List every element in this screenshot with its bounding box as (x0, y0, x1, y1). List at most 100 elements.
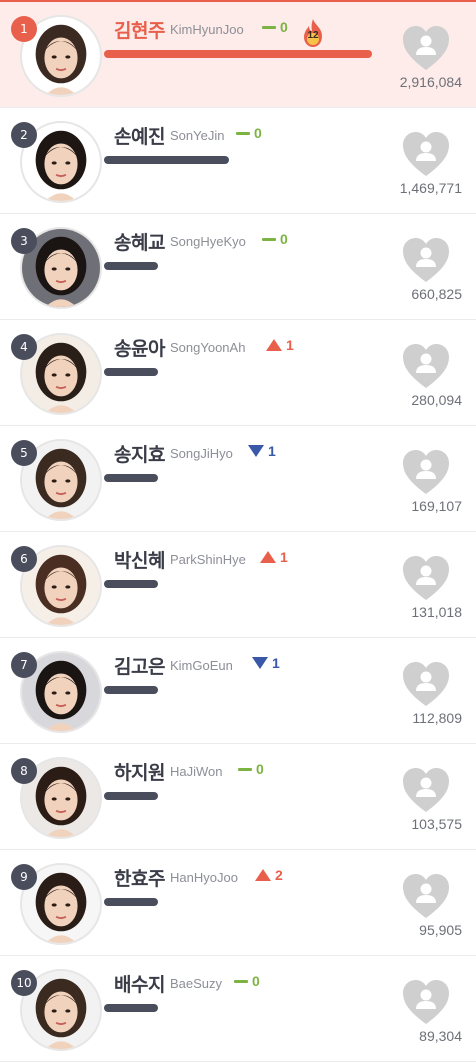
vote-heart-button[interactable] (401, 872, 451, 920)
no-change-icon (262, 237, 276, 241)
rank-up-icon (255, 869, 271, 881)
name-english: KimGoEun (170, 658, 233, 673)
no-change-icon (238, 767, 252, 771)
name-english: SongHyeKyo (170, 234, 246, 249)
vote-heart-button[interactable] (401, 978, 451, 1026)
rank-up-icon (266, 339, 282, 351)
vote-heart-button[interactable] (401, 660, 451, 708)
heart-person-icon[interactable] (401, 978, 451, 1026)
rank-change-value: 1 (280, 549, 288, 565)
name-english: ParkShinHye (170, 552, 246, 567)
name-korean[interactable]: 손예진 (114, 122, 165, 149)
vote-heart-button[interactable] (401, 342, 451, 390)
rank-change-value: 0 (280, 19, 288, 35)
rank-badge: 7 (11, 652, 37, 678)
no-change-icon (236, 131, 250, 135)
no-change-icon (262, 25, 276, 29)
rank-change-value: 0 (280, 231, 288, 247)
rank-change-value: 1 (268, 443, 276, 459)
vote-count: 95,905 (419, 922, 462, 938)
rank-change: 1 (260, 549, 288, 565)
name-korean[interactable]: 김현주 (114, 16, 165, 43)
rank-change-value: 0 (256, 761, 264, 777)
rank-badge: 3 (11, 228, 37, 254)
vote-bar (104, 368, 158, 376)
vote-count: 112,809 (412, 710, 462, 726)
vote-count: 89,304 (419, 1028, 462, 1044)
name-english: SonYeJin (170, 128, 225, 143)
vote-heart-button[interactable] (401, 130, 451, 178)
heart-person-icon[interactable] (401, 130, 451, 178)
rank-badge: 10 (11, 970, 37, 996)
ranking-row[interactable]: 4 송윤아 SongYoonAh 1 280,094 (0, 320, 476, 426)
rank-change-value: 0 (254, 125, 262, 141)
vote-count: 103,575 (411, 816, 462, 832)
rank-change: 0 (236, 125, 262, 141)
heart-person-icon[interactable] (401, 236, 451, 284)
rank-badge: 6 (11, 546, 37, 572)
ranking-row[interactable]: 8 하지원 HaJiWon 0 103,575 (0, 744, 476, 850)
ranking-row[interactable]: 1 김현주 KimHyunJoo 0 12 2,916,084 (0, 2, 476, 108)
rank-change-value: 1 (272, 655, 280, 671)
rank-change-value: 0 (252, 973, 260, 989)
rank-change: 0 (238, 761, 264, 777)
heart-person-icon[interactable] (401, 24, 451, 72)
name-korean[interactable]: 송윤아 (114, 334, 165, 361)
name-english: HaJiWon (170, 764, 223, 779)
rank-up-icon (260, 551, 276, 563)
no-change-icon (234, 979, 248, 983)
rank-change: 0 (262, 19, 288, 35)
rank-badge: 2 (11, 122, 37, 148)
name-english: HanHyoJoo (170, 870, 238, 885)
vote-bar (104, 580, 158, 588)
rank-badge: 5 (11, 440, 37, 466)
heart-person-icon[interactable] (401, 554, 451, 602)
vote-heart-button[interactable] (401, 766, 451, 814)
name-english: SongYoonAh (170, 340, 246, 355)
streak-count: 12 (307, 30, 319, 41)
vote-count: 660,825 (411, 286, 462, 302)
vote-heart-button[interactable] (401, 554, 451, 602)
ranking-row[interactable]: 5 송지효 SongJiHyo 1 169,107 (0, 426, 476, 532)
heart-person-icon[interactable] (401, 660, 451, 708)
name-korean[interactable]: 배수지 (114, 970, 165, 997)
name-english: SongJiHyo (170, 446, 233, 461)
vote-count: 169,107 (411, 498, 462, 514)
ranking-row[interactable]: 6 박신혜 ParkShinHye 1 131,018 (0, 532, 476, 638)
vote-heart-button[interactable] (401, 448, 451, 496)
heart-person-icon[interactable] (401, 448, 451, 496)
vote-count: 1,469,771 (399, 180, 462, 196)
vote-bar (104, 792, 158, 800)
rank-badge: 9 (11, 864, 37, 890)
ranking-list: 1 김현주 KimHyunJoo 0 12 2,916,084 2 손예진 SonYeJin 0 1… (0, 2, 476, 1062)
ranking-row[interactable]: 3 송혜교 SongHyeKyo 0 660,825 (0, 214, 476, 320)
heart-person-icon[interactable] (401, 342, 451, 390)
rank-change: 1 (266, 337, 294, 353)
name-korean[interactable]: 김고은 (114, 652, 165, 679)
heart-person-icon[interactable] (401, 872, 451, 920)
rank-change: 0 (234, 973, 260, 989)
rank-down-icon (252, 657, 268, 669)
rank-change-value: 2 (275, 867, 283, 883)
ranking-row[interactable]: 9 한효주 HanHyoJoo 2 95,905 (0, 850, 476, 956)
name-korean[interactable]: 하지원 (114, 758, 165, 785)
name-korean[interactable]: 한효주 (114, 864, 165, 891)
rank-change: 2 (255, 867, 283, 883)
ranking-row[interactable]: 10 배수지 BaeSuzy 0 89,304 (0, 956, 476, 1062)
name-korean[interactable]: 박신혜 (114, 546, 165, 573)
name-korean[interactable]: 송지효 (114, 440, 165, 467)
streak-badge: 12 (300, 18, 326, 48)
ranking-row[interactable]: 2 손예진 SonYeJin 0 1,469,771 (0, 108, 476, 214)
vote-count: 131,018 (411, 604, 462, 620)
heart-person-icon[interactable] (401, 766, 451, 814)
rank-down-icon (248, 445, 264, 457)
vote-bar (104, 50, 372, 58)
vote-heart-button[interactable] (401, 24, 451, 72)
ranking-row[interactable]: 7 김고은 KimGoEun 1 112,809 (0, 638, 476, 744)
rank-badge: 4 (11, 334, 37, 360)
vote-bar (104, 1004, 158, 1012)
rank-badge: 1 (11, 16, 37, 42)
vote-bar (104, 898, 158, 906)
name-korean[interactable]: 송혜교 (114, 228, 165, 255)
vote-heart-button[interactable] (401, 236, 451, 284)
